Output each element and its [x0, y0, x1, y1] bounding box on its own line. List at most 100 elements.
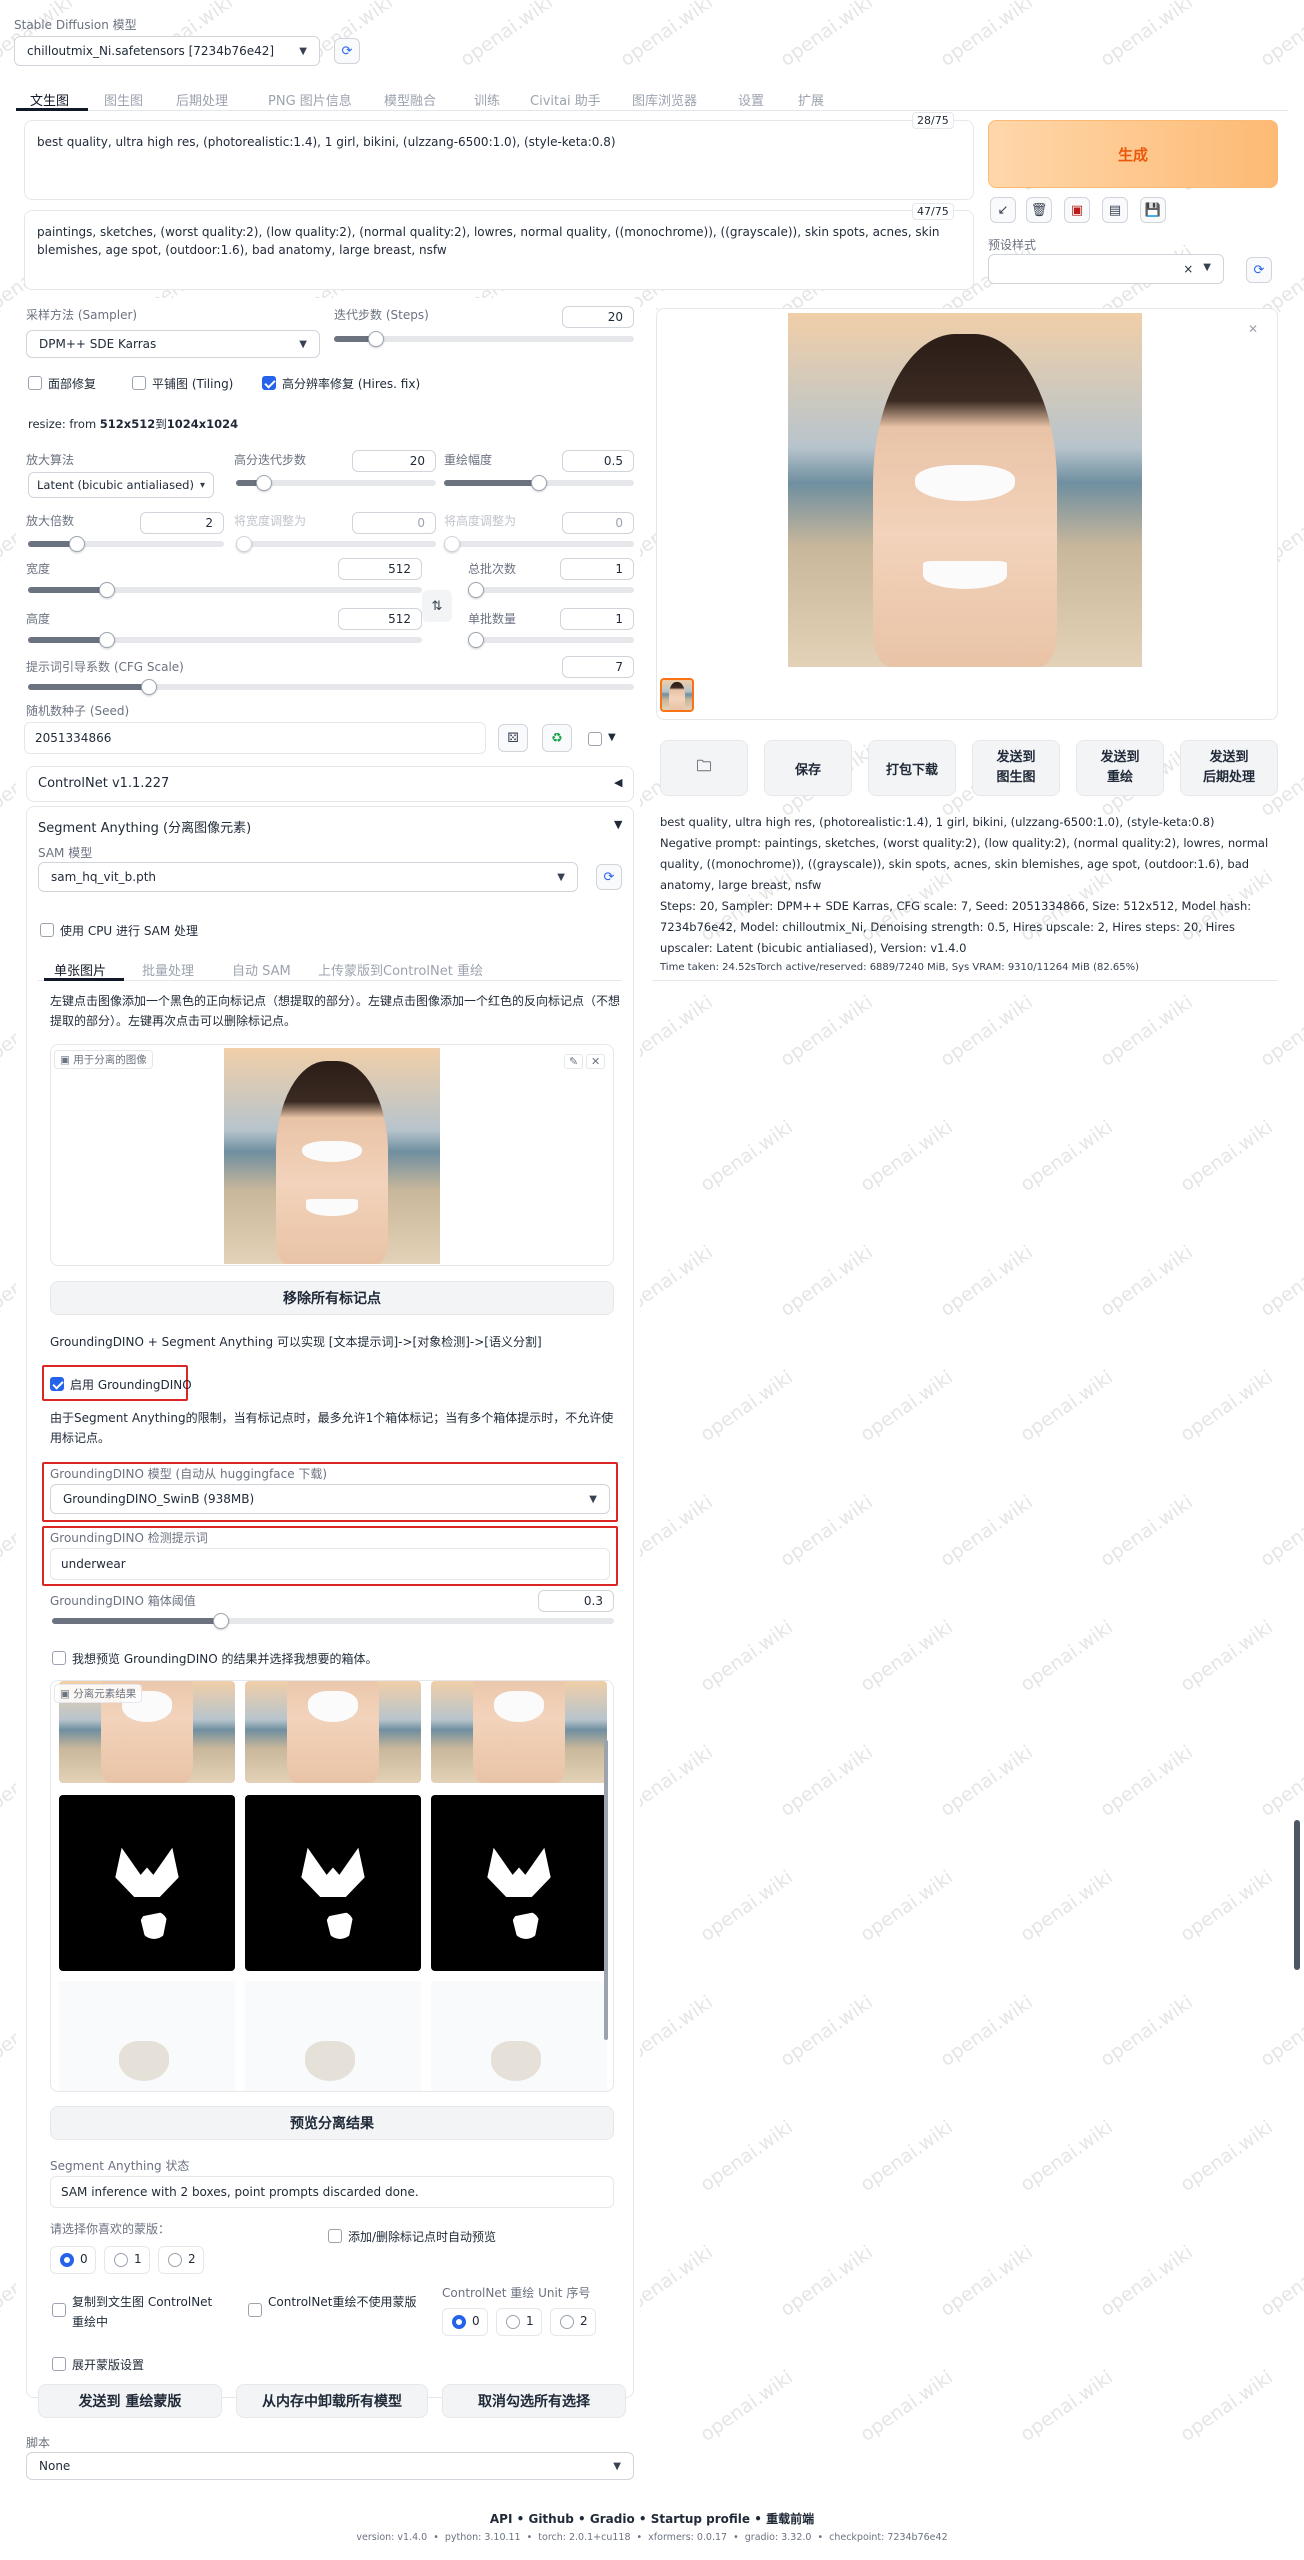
tab-batch[interactable]: 批量处理	[142, 960, 194, 979]
gallery-cutout[interactable]	[431, 1981, 607, 2091]
batch-size-input[interactable]: 1	[560, 608, 634, 630]
resize-height-slider[interactable]	[444, 536, 634, 552]
model-select[interactable]: chilloutmix_Ni.safetensors [7234b76e42] ▼	[14, 36, 320, 66]
height-slider[interactable]	[28, 632, 422, 648]
output-thumbnail[interactable]	[660, 678, 694, 712]
upscale-by-input[interactable]: 2	[140, 512, 224, 534]
tab-gallery[interactable]: 图库浏览器	[632, 90, 697, 109]
steps-slider[interactable]	[334, 331, 634, 347]
extra-seed-checkbox[interactable]	[588, 732, 602, 746]
send-to-extras-button[interactable]: 发送到 后期处理	[1180, 740, 1278, 796]
sam-header[interactable]: Segment Anything (分离图像元素)	[38, 817, 251, 836]
refresh-styles-icon[interactable]: ⟳	[1246, 257, 1272, 283]
mask-radio-2[interactable]	[168, 2253, 182, 2267]
tab-train[interactable]: 训练	[474, 90, 500, 109]
gallery-mask[interactable]	[431, 1795, 607, 1971]
tab-extras[interactable]: 后期处理	[176, 90, 228, 109]
seed-input[interactable]: 2051334866	[24, 722, 486, 754]
tab-merge[interactable]: 模型融合	[384, 90, 436, 109]
remove-points-button[interactable]: 移除所有标记点	[50, 1281, 614, 1315]
gallery-mask[interactable]	[59, 1795, 235, 1971]
save-button[interactable]: 保存	[764, 740, 852, 796]
swap-dimensions-icon[interactable]: ⇅	[422, 590, 452, 622]
copy-controlnet-checkbox[interactable]	[52, 2303, 66, 2317]
gdino-prompt-input[interactable]: underwear	[50, 1548, 610, 1580]
box-threshold-slider[interactable]	[52, 1613, 614, 1629]
cn-unit-radio-2[interactable]	[560, 2315, 574, 2329]
page-scrollbar[interactable]	[1294, 1820, 1300, 1970]
footer-startup-link[interactable]: Startup profile	[651, 2512, 750, 2526]
edit-icon[interactable]: ✎	[564, 1054, 584, 1069]
gdino-model-select[interactable]: GroundingDINO_SwinB (938MB) ▼	[50, 1484, 610, 1514]
read-params-icon[interactable]: ↙	[990, 197, 1016, 223]
tab-auto-sam[interactable]: 自动 SAM	[232, 960, 291, 979]
width-input[interactable]: 512	[338, 558, 422, 580]
tab-extensions[interactable]: 扩展	[798, 90, 824, 109]
cn-no-mask-checkbox[interactable]	[248, 2303, 262, 2317]
close-icon[interactable]: ✕	[586, 1054, 606, 1069]
resize-height-input[interactable]: 0	[562, 512, 634, 534]
gdino-preview-checkbox[interactable]	[52, 1651, 66, 1665]
caret-left-icon[interactable]: ▼	[608, 732, 616, 743]
mask-radio-0[interactable]	[60, 2253, 74, 2267]
width-slider[interactable]	[28, 582, 422, 598]
footer-api-link[interactable]: API	[490, 2512, 513, 2526]
send-to-inpaint-button[interactable]: 发送到 重绘	[1076, 740, 1164, 796]
negative-prompt-input[interactable]: paintings, sketches, (worst quality:2), …	[24, 210, 974, 290]
gallery-scrollbar[interactable]	[604, 1740, 608, 2040]
send-to-img2img-button[interactable]: 发送到 图生图	[972, 740, 1060, 796]
tab-civitai[interactable]: Civitai 助手	[530, 90, 601, 109]
hires-fix-checkbox[interactable]	[262, 376, 276, 390]
recycle-icon[interactable]: ♻	[542, 724, 572, 752]
batch-count-slider[interactable]	[468, 582, 634, 598]
sam-model-select[interactable]: sam_hq_vit_b.pth ▼	[38, 862, 578, 892]
upscaler-select[interactable]: Latent (bicubic antialiased) ▾	[28, 472, 214, 498]
prompt-input[interactable]: best quality, ultra high res, (photoreal…	[24, 120, 974, 200]
hires-steps-slider[interactable]	[236, 475, 436, 491]
extra-networks-icon[interactable]: ▣	[1064, 197, 1090, 223]
gallery-image[interactable]	[245, 1681, 421, 1783]
preview-segmentation-button[interactable]: 预览分离结果	[50, 2106, 614, 2140]
unload-models-button[interactable]: 从内存中卸载所有模型	[236, 2384, 428, 2418]
height-input[interactable]: 512	[338, 608, 422, 630]
batch-count-input[interactable]: 1	[560, 558, 634, 580]
denoise-input[interactable]: 0.5	[562, 450, 634, 472]
zip-download-button[interactable]: 打包下载	[868, 740, 956, 796]
style-select[interactable]: × ▼	[988, 254, 1224, 284]
box-threshold-input[interactable]: 0.3	[538, 1590, 614, 1612]
uncheck-all-button[interactable]: 取消勾选所有选择	[442, 2384, 626, 2418]
upscale-by-slider[interactable]	[28, 536, 224, 552]
save-style-icon[interactable]: 💾	[1140, 197, 1166, 223]
face-restore-checkbox[interactable]	[28, 376, 42, 390]
close-icon[interactable]: ✕	[1248, 322, 1258, 336]
cn-unit-radio-0[interactable]	[452, 2315, 466, 2329]
generate-button[interactable]: 生成	[988, 120, 1278, 188]
steps-input[interactable]: 20	[562, 306, 634, 328]
tab-single-image[interactable]: 单张图片	[54, 960, 106, 979]
gdino-enable-checkbox[interactable]	[50, 1377, 64, 1391]
resize-width-slider[interactable]	[236, 536, 436, 552]
clipboard-icon[interactable]: ▤	[1102, 197, 1128, 223]
gallery-mask[interactable]	[245, 1795, 421, 1971]
output-image[interactable]	[788, 313, 1142, 667]
cfg-input[interactable]: 7	[562, 656, 634, 678]
expand-mask-checkbox[interactable]	[52, 2357, 66, 2371]
cfg-slider[interactable]	[28, 679, 634, 695]
hires-steps-input[interactable]: 20	[352, 450, 436, 472]
gallery-cutout[interactable]	[59, 1981, 235, 2091]
footer-github-link[interactable]: Github	[528, 2512, 573, 2526]
tab-png-info[interactable]: PNG 图片信息	[268, 90, 352, 109]
gallery-cutout[interactable]	[245, 1981, 421, 2091]
sampler-select[interactable]: DPM++ SDE Karras ▼	[26, 330, 320, 358]
source-image[interactable]	[224, 1048, 440, 1264]
open-folder-button[interactable]: 🗀	[660, 740, 748, 796]
denoise-slider[interactable]	[444, 475, 634, 491]
script-select[interactable]: None ▼	[26, 2452, 634, 2480]
dice-icon[interactable]: ⚄	[498, 724, 528, 752]
footer-gradio-link[interactable]: Gradio	[590, 2512, 635, 2526]
footer-reload-link[interactable]: 重载前端	[766, 2512, 814, 2526]
batch-size-slider[interactable]	[468, 632, 634, 648]
tab-txt2img[interactable]: 文生图	[30, 90, 69, 109]
tab-settings[interactable]: 设置	[738, 90, 764, 109]
tiling-checkbox[interactable]	[132, 376, 146, 390]
